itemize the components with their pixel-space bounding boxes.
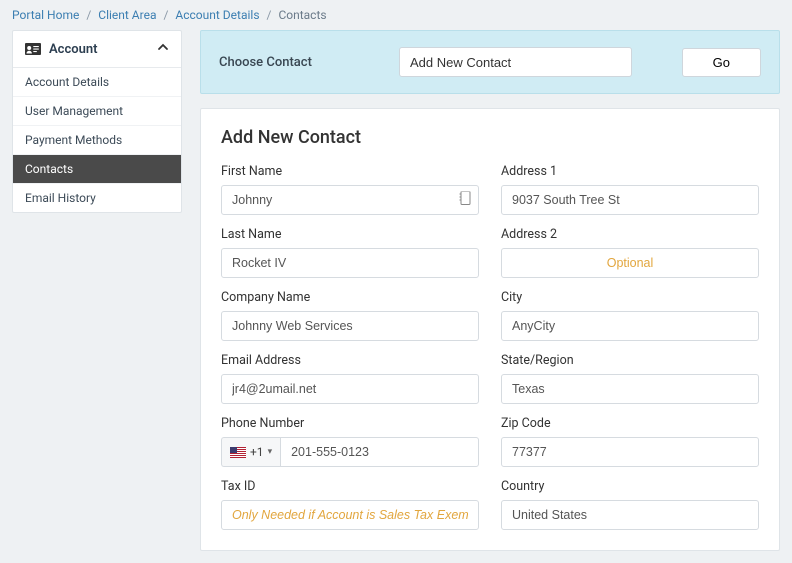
autofill-contacts-icon[interactable]: [459, 192, 471, 209]
sidebar-title: Account: [49, 42, 97, 57]
breadcrumb: Portal Home / Client Area / Account Deta…: [0, 0, 792, 30]
add-contact-card: Add New Contact First Name Address 1: [200, 108, 780, 551]
address1-input[interactable]: [501, 185, 759, 215]
city-input[interactable]: [501, 311, 759, 341]
account-card-icon: [25, 43, 41, 55]
taxid-input[interactable]: [221, 500, 479, 530]
address2-label: Address 2: [501, 227, 759, 242]
choose-contact-select[interactable]: Add New Contact: [399, 47, 632, 77]
phone-input[interactable]: [280, 437, 479, 467]
phone-country-selector[interactable]: +1 ▾: [221, 437, 280, 467]
phone-label: Phone Number: [221, 416, 479, 431]
country-label: Country: [501, 479, 759, 494]
sidebar-item-email-history[interactable]: Email History: [13, 184, 181, 212]
state-label: State/Region: [501, 353, 759, 368]
email-label: Email Address: [221, 353, 479, 368]
first-name-label: First Name: [221, 164, 479, 179]
phone-prefix-text: +1: [250, 445, 264, 459]
chevron-up-icon: [157, 41, 169, 57]
choose-contact-bar: Choose Contact Add New Contact Go: [200, 30, 780, 94]
company-input[interactable]: [221, 311, 479, 341]
sidebar-item-account-details[interactable]: Account Details: [13, 68, 181, 97]
sidebar: Account Account Details User Management …: [12, 30, 182, 213]
caret-down-icon: ▾: [268, 447, 273, 457]
last-name-label: Last Name: [221, 227, 479, 242]
company-label: Company Name: [221, 290, 479, 305]
first-name-input[interactable]: [221, 185, 479, 215]
us-flag-icon: [230, 447, 246, 458]
breadcrumb-link-client-area[interactable]: Client Area: [98, 8, 156, 22]
breadcrumb-link-account-details[interactable]: Account Details: [175, 8, 259, 22]
breadcrumb-link-home[interactable]: Portal Home: [12, 8, 79, 22]
email-input[interactable]: [221, 374, 479, 404]
address1-label: Address 1: [501, 164, 759, 179]
state-select[interactable]: Texas: [501, 374, 759, 404]
sidebar-item-contacts[interactable]: Contacts: [13, 155, 181, 184]
breadcrumb-current: Contacts: [278, 8, 326, 22]
go-button[interactable]: Go: [682, 48, 761, 77]
sidebar-header[interactable]: Account: [13, 31, 181, 68]
last-name-input[interactable]: [221, 248, 479, 278]
taxid-label: Tax ID: [221, 479, 479, 494]
sidebar-item-user-management[interactable]: User Management: [13, 97, 181, 126]
zip-label: Zip Code: [501, 416, 759, 431]
sidebar-item-payment-methods[interactable]: Payment Methods: [13, 126, 181, 155]
zip-input[interactable]: [501, 437, 759, 467]
card-title: Add New Contact: [221, 127, 759, 148]
city-label: City: [501, 290, 759, 305]
choose-contact-label: Choose Contact: [219, 55, 349, 70]
address2-input[interactable]: [501, 248, 759, 278]
country-select[interactable]: United States: [501, 500, 759, 530]
